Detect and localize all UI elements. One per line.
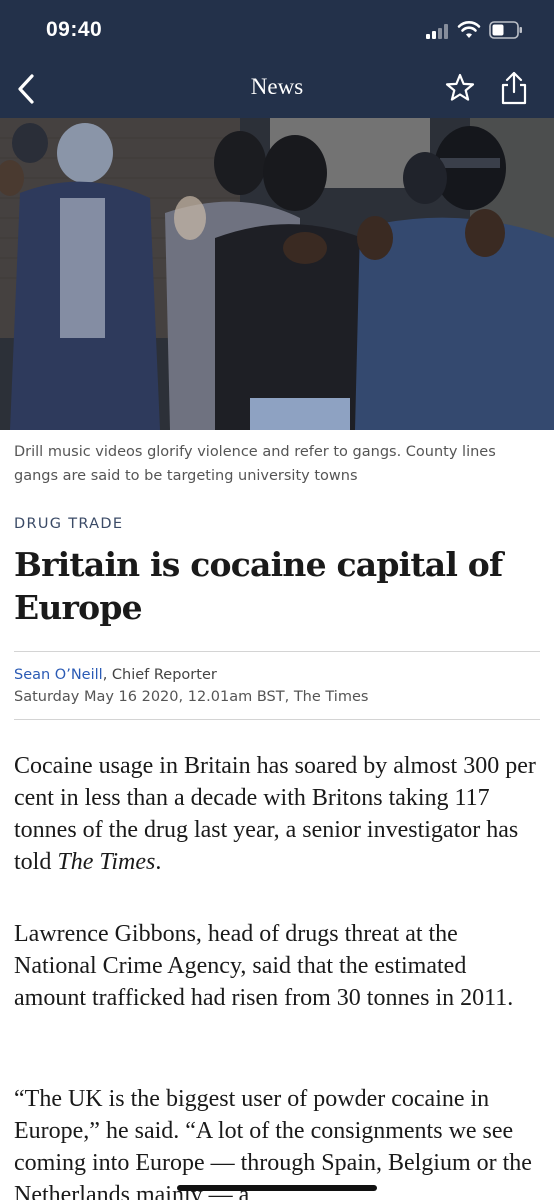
home-indicator[interactable] <box>177 1185 377 1191</box>
divider <box>14 719 540 720</box>
top-bar: 09:40 News <box>0 0 554 118</box>
divider <box>14 651 540 652</box>
publish-date: Saturday May 16 2020, 12.01am BST, The T… <box>14 689 369 705</box>
bookmark-star-icon[interactable] <box>444 72 476 104</box>
paragraph-text-tail: . <box>155 849 162 875</box>
article-paragraph: Lawrence Gibbons, head of drugs threat a… <box>14 921 514 1011</box>
byline: Sean O’Neill, Chief Reporter <box>14 664 217 686</box>
author-link[interactable]: Sean O’Neill <box>14 667 103 683</box>
share-icon[interactable] <box>498 70 530 106</box>
image-caption: Drill music videos glorify violence and … <box>14 444 496 484</box>
battery-icon <box>489 21 522 39</box>
status-time: 09:40 <box>46 18 103 41</box>
article-paragraph: “The UK is the biggest user of powder co… <box>14 1086 532 1200</box>
status-bar: 09:40 <box>0 0 554 60</box>
article-paragraph: Cocaine usage in Britain has soared by a… <box>14 750 540 878</box>
article-headline: Britain is cocaine capital of Europe <box>14 545 503 627</box>
article-section-label[interactable]: DRUG TRADE <box>14 516 123 532</box>
author-role: , Chief Reporter <box>102 667 217 683</box>
hero-photo-illustration <box>0 118 554 430</box>
wifi-icon <box>457 21 481 38</box>
navigation-bar: News <box>0 60 554 118</box>
publication-name: The Times <box>57 849 156 875</box>
cellular-signal-icon <box>426 23 452 39</box>
hero-image <box>0 118 554 430</box>
